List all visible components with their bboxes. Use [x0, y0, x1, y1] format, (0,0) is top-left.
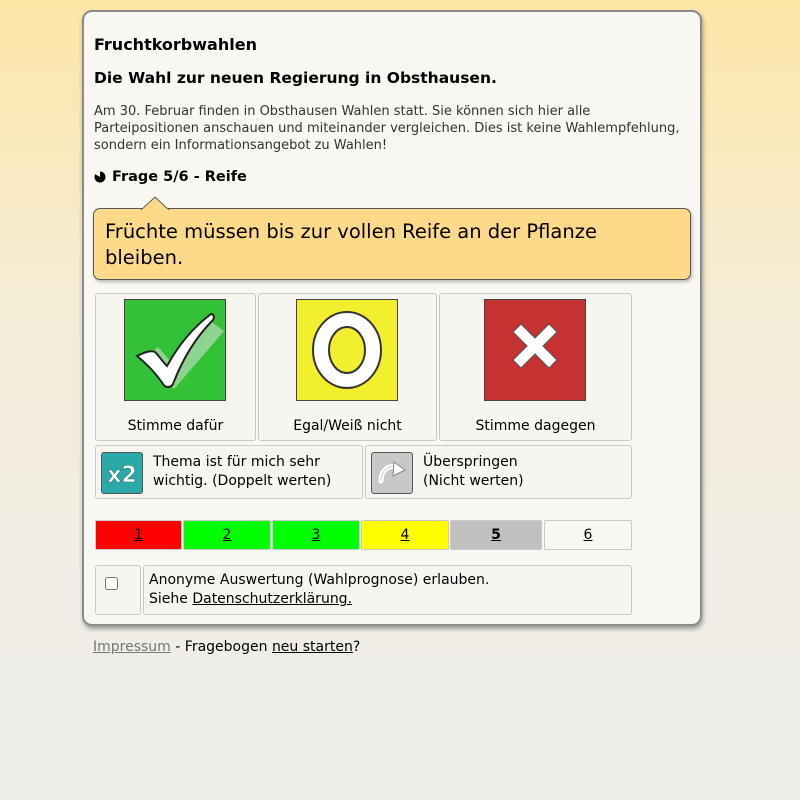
skip-line2: (Nicht werten) — [423, 473, 524, 489]
double-weight-icon-text: x2 — [107, 463, 137, 488]
double-weight-option[interactable]: x2 Thema ist für mich sehr wichtig. (Dop… — [95, 445, 363, 499]
intro-text: Am 30. Februar finden in Obsthausen Wahl… — [94, 104, 680, 153]
neutral-circle-icon — [296, 299, 398, 401]
question-nav-1[interactable]: 1 — [95, 520, 182, 550]
cross-icon — [484, 299, 586, 401]
double-weight-icon: x2 — [101, 452, 143, 494]
consent-text: Anonyme Auswertung (Wahlprognose) erlaub… — [143, 565, 632, 615]
footer: Impressum - Fragebogen neu starten? — [93, 639, 360, 655]
question-nav-4[interactable]: 4 — [361, 520, 449, 550]
answer-agree-label: Stimme dafür — [127, 418, 224, 434]
skip-line1: Überspringen — [423, 454, 518, 470]
questionnaire-card: Fruchtkorbwahlen Die Wahl zur neuen Regi… — [82, 10, 702, 626]
question-bubble: Früchte müssen bis zur vollen Reife an d… — [93, 196, 691, 280]
skip-text: Überspringen (Nicht werten) — [423, 453, 524, 491]
footer-suffix: ? — [352, 639, 361, 655]
impressum-link[interactable]: Impressum — [93, 639, 171, 655]
app-title: Fruchtkorbwahlen — [94, 35, 257, 54]
consent-line2-prefix: Siehe — [149, 591, 193, 607]
question-heading: Frage 5/6 - Reife — [94, 169, 247, 185]
question-nav-2[interactable]: 2 — [183, 520, 271, 550]
skip-arrow-icon — [371, 452, 413, 494]
answer-neutral-button[interactable]: Egal/Weiß nicht — [258, 293, 437, 441]
answer-disagree-label: Stimme dagegen — [475, 418, 596, 434]
answer-agree-button[interactable]: Stimme dafür — [95, 293, 256, 441]
consent-checkbox[interactable] — [105, 577, 118, 590]
question-nav-5[interactable]: 5 — [450, 520, 542, 550]
privacy-policy-link[interactable]: Datenschutzerklärung. — [192, 591, 352, 607]
page-subtitle: Die Wahl zur neuen Regierung in Obsthaus… — [94, 69, 497, 87]
answer-neutral-label: Egal/Weiß nicht — [293, 418, 402, 434]
question-nav-3[interactable]: 3 — [272, 520, 360, 550]
skip-option[interactable]: Überspringen (Nicht werten) — [365, 445, 632, 499]
consent-checkbox-cell — [95, 565, 141, 615]
question-heading-text: Frage 5/6 - Reife — [112, 169, 247, 185]
question-text: Früchte müssen bis zur vollen Reife an d… — [105, 220, 597, 269]
double-weight-line1: Thema ist für mich sehr — [153, 454, 320, 470]
progress-pie-icon — [94, 171, 106, 183]
answer-disagree-button[interactable]: Stimme dagegen — [439, 293, 632, 441]
restart-link[interactable]: neu starten — [272, 639, 353, 655]
consent-line1: Anonyme Auswertung (Wahlprognose) erlaub… — [149, 572, 490, 588]
question-nav-6[interactable]: 6 — [544, 520, 632, 550]
consent-line2: Siehe Datenschutzerklärung. — [149, 590, 626, 609]
footer-middle-text: - Fragebogen — [170, 639, 272, 655]
double-weight-text: Thema ist für mich sehr wichtig. (Doppel… — [153, 453, 331, 491]
checkmark-icon — [124, 299, 226, 401]
double-weight-line2: wichtig. (Doppelt werten) — [153, 473, 332, 489]
